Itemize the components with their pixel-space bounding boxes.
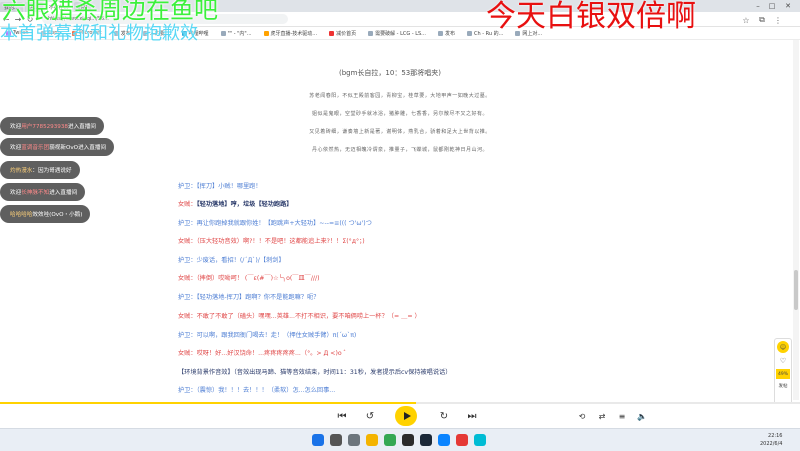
chat-bubble: 欢迎 长神脉不知 进入直播间 [0, 183, 86, 201]
app-icon[interactable] [456, 434, 468, 446]
poem-line: 苏老闻春阳，不似王殿前客园，青柳宝，桂草要，大地甲声一如晚大过墓。 [309, 93, 491, 99]
bookmark-icon [329, 30, 335, 36]
dialogue-line: 女贼：不敢了不敢了（磕头）嘿嘿...英雄...不打不相识，要不咱俩唠上一杯？（=… [178, 313, 421, 320]
dialogue-line: 护卫：【轻功落地-挥刀】跑啊？你不是能跑嘛？呃？ [178, 294, 320, 301]
chat-bubble: 欢迎 蓝调音乐团 藐视新OvO进入直播间 [0, 138, 115, 156]
file-explorer-icon[interactable] [366, 434, 378, 446]
close-icon[interactable]: ✕ [782, 0, 794, 12]
dialogue-line: 女贼：哎呀！好...好汉饶命！...疼疼疼疼疼...（°。> Д <)o ゜ [178, 350, 350, 357]
volume-icon[interactable]: 🔈 [634, 408, 650, 424]
dialogue-line: 护卫：再让你跑掉我就跟你姓！【跑跳声+大轻功】~--=≡((( つ'ω')つ [178, 220, 372, 227]
bookmark-item[interactable]: 发布 [432, 30, 461, 37]
play-button[interactable] [395, 406, 417, 426]
scrollbar-thumb[interactable] [794, 270, 798, 310]
windows-start-icon[interactable] [312, 434, 324, 446]
dialogue-line: 女贼：（压大轻功音效）啊?！！不是吧！这都能追上来?！！Σ(°д°；) [178, 238, 365, 245]
extensions-icon[interactable]: ⧉ [756, 14, 768, 26]
edge-icon[interactable] [474, 434, 486, 446]
rewind-icon[interactable]: ↺ [362, 408, 378, 424]
search-icon[interactable] [330, 434, 342, 446]
bookmark-item[interactable]: 减价首页 [323, 30, 362, 37]
play-icon [403, 412, 411, 420]
dialogue-line: 女贼：（摔倒）哎呦呵！ (￣ε(#￣)☆╰╮o(￣皿￣///) [178, 275, 320, 282]
stream-overlay-green: 六眼猎杀周边在鱼吧 [2, 0, 218, 24]
star-icon[interactable]: ☆ [740, 14, 752, 26]
huya-icon [263, 30, 269, 36]
chat-bubble: 哈哈哈哈 效效哇(OvO・小鹅) [0, 205, 91, 223]
percent-badge: 49% [776, 369, 790, 379]
script-document: (bgm长自拉，10：53那将唱夹) [170, 60, 610, 78]
bookmark-icon [466, 30, 472, 36]
menu-icon[interactable]: ⋮ [772, 14, 784, 26]
shuffle-icon[interactable]: ⇄ [594, 408, 610, 424]
bookmark-icon [368, 30, 374, 36]
app-icon[interactable] [438, 434, 450, 446]
dialogue-line: 护卫：可以啊，跟我回衙门喝去！走！（押住女贼手臂）π(´ω`π) [178, 332, 357, 339]
chat-bubble: 灼热漫水 ：因为哥遇说好 [0, 161, 80, 179]
app-icon[interactable] [402, 434, 414, 446]
heart-icon[interactable]: ♡ [780, 357, 786, 365]
next-icon[interactable]: ⏭ [464, 408, 480, 424]
chrome-icon[interactable] [384, 434, 396, 446]
dialogue-line: 【环境背景作音效】（音效出现马蹄、猫等音效结束，时间11：31秒，发者提示后cv… [178, 369, 452, 376]
steam-icon[interactable] [420, 434, 432, 446]
previous-icon[interactable]: ⏮ [334, 408, 350, 424]
windows-taskbar: 22:16 2022/6/4 [0, 428, 800, 451]
chat-bubble: 欢迎 用户7785293938 进入直播间 [0, 117, 104, 135]
loop-icon[interactable]: ⟲ [574, 408, 590, 424]
side-widget: ☺ ♡ 49% 发帖 [774, 338, 792, 406]
stream-overlay-cyan: 本首弹幕都和礼物抱歉效 [0, 23, 198, 44]
bookmark-icon [220, 30, 226, 36]
maximize-icon[interactable]: □ [766, 0, 778, 12]
dialogue-line: 护卫：（震惊）我！！！去！！！（柔软）怎...怎么回事... [178, 387, 336, 394]
bookmark-item[interactable]: 需要破解 - LCG - LS... [362, 30, 432, 37]
minimize-icon[interactable]: – [752, 0, 764, 12]
forward-skip-icon[interactable]: ↻ [436, 408, 452, 424]
bookmark-item[interactable]: "" - "内"... [215, 30, 258, 37]
task-view-icon[interactable] [348, 434, 360, 446]
stream-overlay-red: 今天白银双倍啊 [486, 0, 696, 34]
poem-line: 姐似是鬼眼，空堂砂手就冰浴，猪肿雕，七香香，另尔散尽不又之好有。 [311, 111, 488, 117]
poem-line: 又见着砖细，谦奏墙上新是著，谢明体，燕乳合，骄着和足大上世背以推。 [309, 129, 491, 135]
yellow-face-icon[interactable]: ☺ [777, 341, 789, 353]
post-label[interactable]: 发帖 [779, 383, 788, 389]
bookmark-icon [437, 30, 443, 36]
dialogue-line: 护卫：【挥刀】小贼！哪里跑！ [178, 183, 262, 190]
dialogue-line: 护卫：少废话，看招！(/´Д`)/【刺剑】 [178, 257, 285, 264]
dialogue-line: 女贼：【轻功落地】哼，垃圾【轻功跑路】 [178, 201, 293, 208]
bgm-note: (bgm长自拉，10：53那将唱夹) [339, 69, 441, 77]
poem-line: 丹心依然热，无迈相魄冷谓泉，推量子，飞蝶城，鼠都刚乾神日月山河。 [311, 147, 488, 153]
system-clock[interactable]: 22:16 2022/6/4 [760, 432, 782, 448]
playlist-icon[interactable]: ≡ [614, 408, 630, 424]
bookmark-item[interactable]: 虎牙直播-技术驱动... [258, 30, 324, 37]
player-bar: ⏮ ↺ ↻ ⏭ ⟲ ⇄ ≡ 🔈 [0, 404, 800, 428]
page-scrollbar[interactable] [793, 40, 799, 400]
